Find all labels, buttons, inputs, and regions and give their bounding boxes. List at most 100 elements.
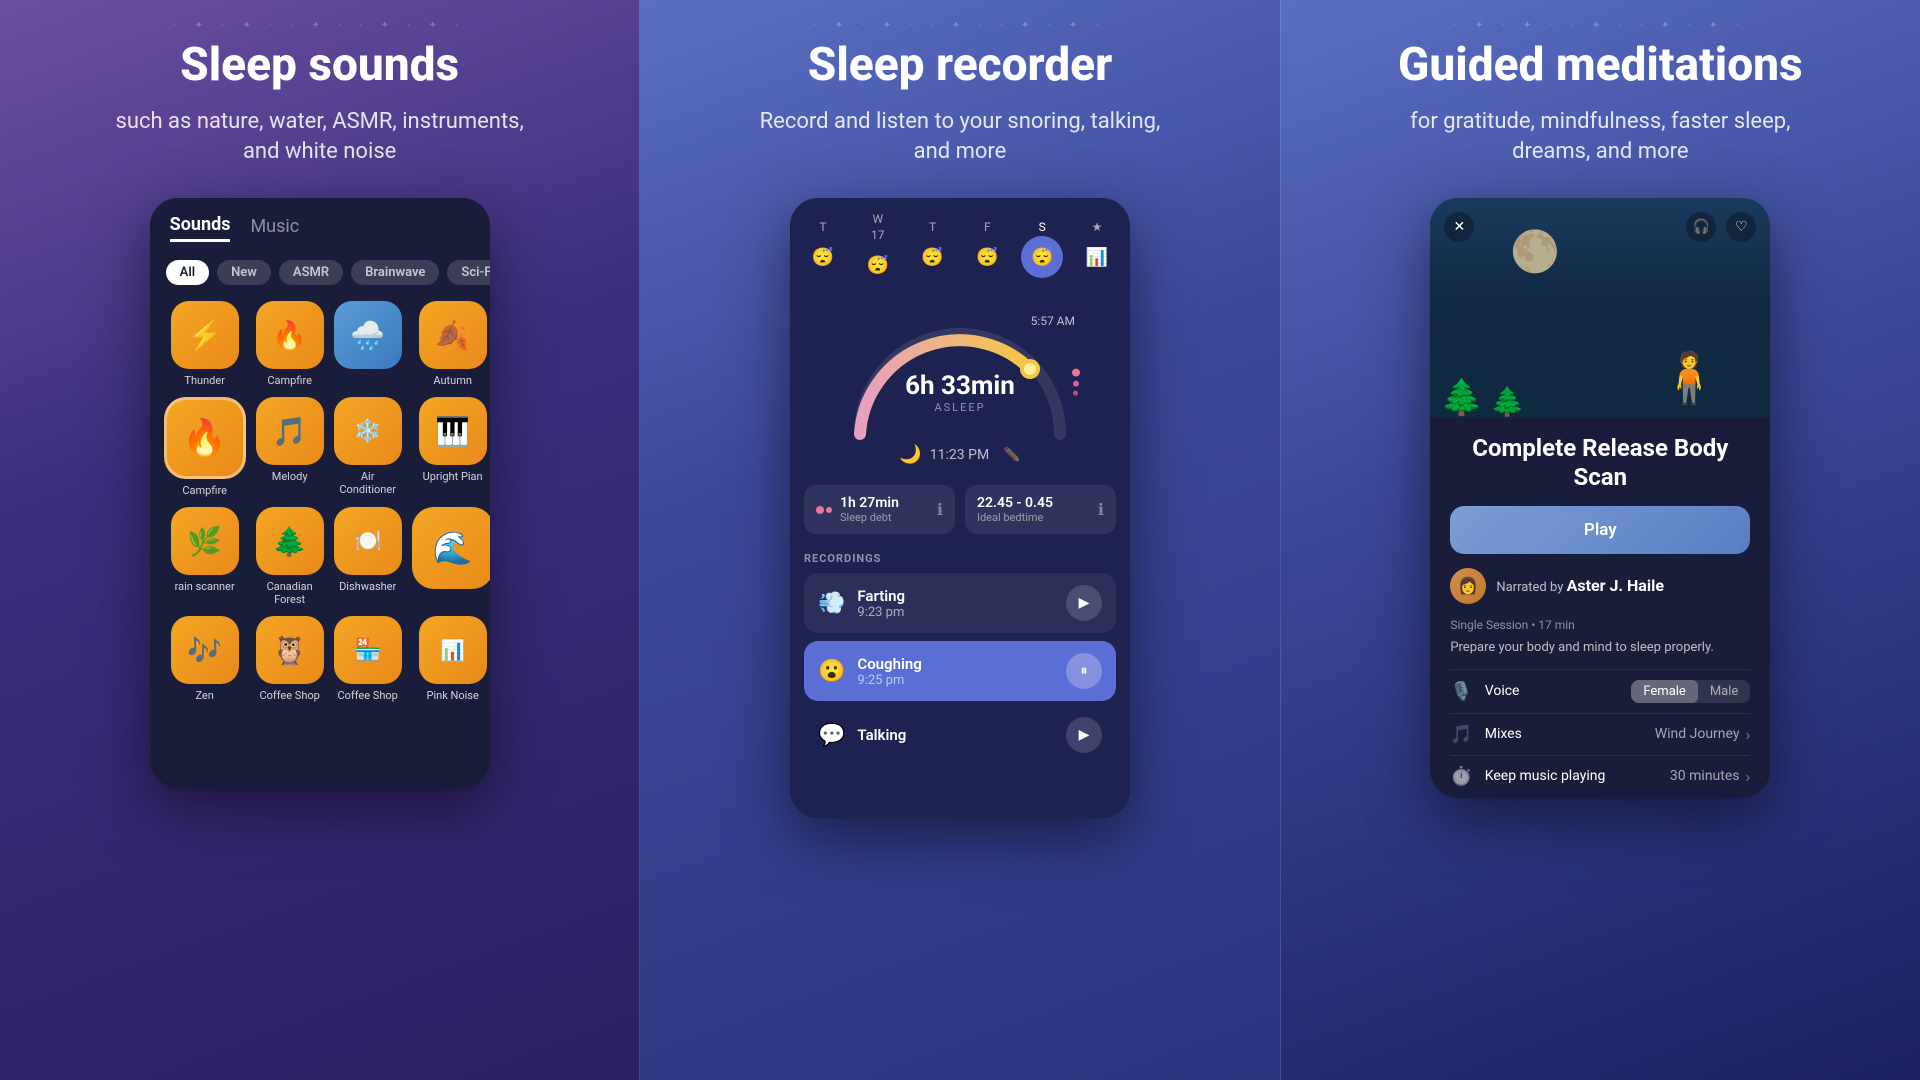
recording-coughing[interactable]: 😮 Coughing 9:25 pm ⏸ [804,641,1116,701]
list-item[interactable]: 🎵 Melody [256,397,324,497]
rain-icon: 🌧️ [334,301,402,369]
sound-label: Melody [272,470,308,483]
keep-music-setting[interactable]: ⏱️ Keep music playing 30 minutes › [1450,755,1750,797]
day-header: T 😴 W 17 😴 T 😴 F 😴 [790,198,1130,294]
session-info: Single Session • 17 min [1450,618,1750,632]
day-item[interactable]: F 😴 [966,220,1008,278]
mixes-setting[interactable]: 🎵 Mixes Wind Journey › [1450,713,1750,755]
ideal-bedtime-card: 22.45 - 0.45 Ideal bedtime ℹ [965,485,1116,534]
melody-icon: 🎵 [256,397,324,465]
sound-label: Air Conditioner [334,470,402,496]
list-item[interactable]: 🔥 Campfire [164,397,246,497]
voice-setting: 🎙️ Voice Female Male [1450,669,1750,713]
list-item[interactable]: 🔥 Campfire [256,301,324,387]
sound-label: Coffee Shop [337,689,397,702]
play-button-talking[interactable]: ▶ [1066,717,1102,753]
day-item-active[interactable]: S 😴 [1021,220,1063,278]
session-desc: Prepare your body and mind to sleep prop… [1450,640,1750,655]
tab-sounds[interactable]: Sounds [170,214,231,242]
middle-subtitle: Record and listen to your snoring, talki… [750,107,1170,169]
campfire-selected-icon: 🔥 [164,397,246,479]
sound-label: Thunder [184,374,225,387]
sound-label: Zen [195,689,213,702]
stats-row: 1h 27min Sleep debt ℹ 22.45 - 0.45 Ideal… [790,475,1130,544]
dishwasher-icon: 🍽️ [334,507,402,575]
day-item[interactable]: T 😴 [802,220,844,278]
play-meditation-button[interactable]: Play [1450,506,1750,554]
middle-panel: Sleep recorder Record and listen to your… [639,0,1280,1080]
play-button[interactable]: ▶ [1066,585,1102,621]
wake-time: 5:57 AM [1031,314,1075,328]
right-panel: Guided meditations for gratitude, mindfu… [1281,0,1920,1080]
day-stats[interactable]: ★ 📊 [1076,220,1118,278]
meditation-title: Complete Release Body Scan [1450,434,1750,492]
list-item[interactable]: 🍂 Autumn [412,301,490,387]
tab-music[interactable]: Music [250,216,299,241]
sleep-arc-section: 5:57 AM 6h 33min ASLEEP 🌙 11:23 PM ✏️ [790,294,1130,475]
sound-label: Autumn [433,374,472,387]
voice-male[interactable]: Male [1698,680,1750,703]
sound-label: Pink Noise [427,689,479,702]
narrator-avatar: 👩 [1450,568,1486,604]
sleep-duration: 6h 33min ASLEEP [905,371,1015,414]
keep-music-label: Keep music playing [1485,768,1670,784]
sound-label: rain scanner [175,580,235,593]
filter-all[interactable]: All [166,260,209,285]
left-panel: Sleep sounds such as nature, water, ASMR… [0,0,639,1080]
meditation-hero: ✕ 🎧 ♡ 🧍 🌲 🌲 🌕 [1430,198,1770,418]
voice-label: Voice [1485,683,1632,699]
moon-bg: 🌕 [1510,228,1560,275]
tree-left: 🌲 [1440,377,1484,418]
list-item[interactable]: 🍽️ Dishwasher [334,507,402,606]
filter-scifi[interactable]: Sci-Fi [447,260,489,285]
list-item[interactable]: 🌲 Canadian Forest [256,507,324,606]
sounds-grid: ⚡ Thunder 🔥 Campfire 🌧️ 🍂 Autumn 🔥 Campf… [150,293,490,710]
list-item[interactable]: 🦉 Coffee Shop [256,616,324,702]
list-item[interactable]: 🌊 [412,507,490,606]
left-subtitle: such as nature, water, ASMR, instruments… [110,107,530,169]
autumn-icon: 🍂 [419,301,487,369]
list-item[interactable]: 🏪 Coffee Shop [334,616,402,702]
filter-new[interactable]: New [217,260,271,285]
filter-bar: All New ASMR Brainwave Sci-Fi Babi [150,252,490,293]
thunder-icon: ⚡ [171,301,239,369]
mixes-value: Wind Journey [1655,726,1740,742]
piano-icon: 🎹 [419,397,487,465]
pinknoise-icon: 📊 [419,616,487,684]
coffeeshop-icon: 🏪 [334,616,402,684]
list-item[interactable]: ❄️ Air Conditioner [334,397,402,497]
owl-icon: 🦉 [256,616,324,684]
recording-talking[interactable]: 💬 Talking ▶ [804,709,1116,761]
campfire-icon: 🔥 [256,301,324,369]
list-item[interactable]: 📊 Pink Noise [412,616,490,702]
chevron-right-icon: › [1746,725,1751,744]
sound-label: Upright Pian [423,470,483,483]
list-item[interactable]: 🌧️ [334,301,402,387]
rainscanner-icon: 🌿 [171,507,239,575]
list-item[interactable]: 🌿 rain scanner [164,507,246,606]
recordings-section: RECORDINGS 💨 Farting 9:23 pm ▶ 😮 Coughin… [790,544,1130,769]
day-item[interactable]: W 17 😴 [857,212,899,286]
list-item[interactable]: 🎶 Zen [164,616,246,702]
sounds-phone-mockup: Sounds Music All New ASMR Brainwave Sci-… [150,198,490,788]
bedtime-row: 🌙 11:23 PM ✏️ [899,444,1020,465]
left-title: Sleep sounds [180,40,459,91]
recording-farting[interactable]: 💨 Farting 9:23 pm ▶ [804,573,1116,633]
voice-icon: 🎙️ [1450,681,1472,702]
filter-asmr[interactable]: ASMR [279,260,343,285]
recordings-label: RECORDINGS [804,552,1116,565]
voice-female[interactable]: Female [1631,680,1697,703]
filter-brainwave[interactable]: Brainwave [351,260,439,285]
zen-icon: 🎶 [171,616,239,684]
sound-label: Coffee Shop [259,689,319,702]
list-item[interactable]: ⚡ Thunder [164,301,246,387]
pause-button[interactable]: ⏸ [1066,653,1102,689]
sound-label: Dishwasher [339,580,396,593]
right-title: Guided meditations [1398,40,1803,91]
sound-label: Canadian Forest [256,580,324,606]
voice-toggle[interactable]: Female Male [1631,680,1750,703]
day-item[interactable]: T 😴 [912,220,954,278]
list-item[interactable]: 🎹 Upright Pian [412,397,490,497]
aircond-icon: ❄️ [334,397,402,465]
mixes-label: Mixes [1485,726,1655,742]
